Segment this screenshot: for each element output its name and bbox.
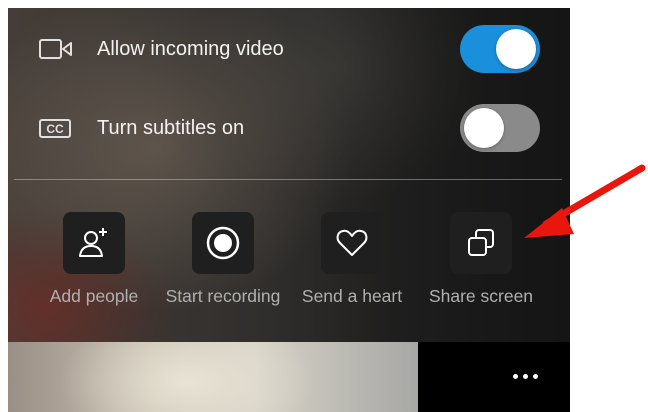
video-camera-icon bbox=[39, 39, 72, 59]
add-person-icon bbox=[79, 228, 107, 257]
share-screen-icon bbox=[468, 229, 494, 256]
start-recording-button[interactable]: Start recording bbox=[159, 212, 287, 307]
action-icon-tile bbox=[63, 212, 125, 274]
action-icon-tile bbox=[192, 212, 254, 274]
more-dot-icon bbox=[522, 373, 528, 379]
toggle-knob bbox=[496, 29, 536, 69]
incoming-video-toggle[interactable] bbox=[460, 25, 540, 73]
action-label: Send a heart bbox=[301, 286, 403, 306]
more-dot-icon bbox=[532, 373, 538, 379]
action-label: Start recording bbox=[165, 286, 281, 306]
closed-captions-icon: CC bbox=[39, 119, 71, 138]
call-options-menu: Allow incoming video CC Turn subtitles o… bbox=[8, 8, 570, 342]
setting-label: Allow incoming video bbox=[97, 37, 284, 60]
send-heart-button[interactable]: Send a heart bbox=[288, 212, 416, 307]
svg-text:CC: CC bbox=[46, 122, 64, 136]
record-icon bbox=[206, 226, 240, 260]
action-icon-tile bbox=[450, 212, 512, 274]
subtitles-toggle[interactable] bbox=[460, 104, 540, 152]
toggle-knob bbox=[464, 108, 504, 148]
setting-label: Turn subtitles on bbox=[97, 116, 245, 139]
heart-icon bbox=[336, 229, 368, 256]
action-label: Share screen bbox=[428, 286, 534, 306]
participant-video-tile bbox=[8, 342, 418, 412]
action-label: Add people bbox=[49, 286, 139, 306]
more-dot-icon bbox=[512, 373, 518, 379]
setting-row-subtitles: CC Turn subtitles on bbox=[8, 100, 570, 156]
more-options-button[interactable] bbox=[500, 362, 550, 390]
annotation-arrow-icon bbox=[524, 164, 646, 238]
action-icon-tile bbox=[321, 212, 383, 274]
setting-row-incoming-video: Allow incoming video bbox=[8, 21, 570, 77]
menu-divider bbox=[14, 179, 562, 180]
add-people-button[interactable]: Add people bbox=[30, 212, 158, 307]
